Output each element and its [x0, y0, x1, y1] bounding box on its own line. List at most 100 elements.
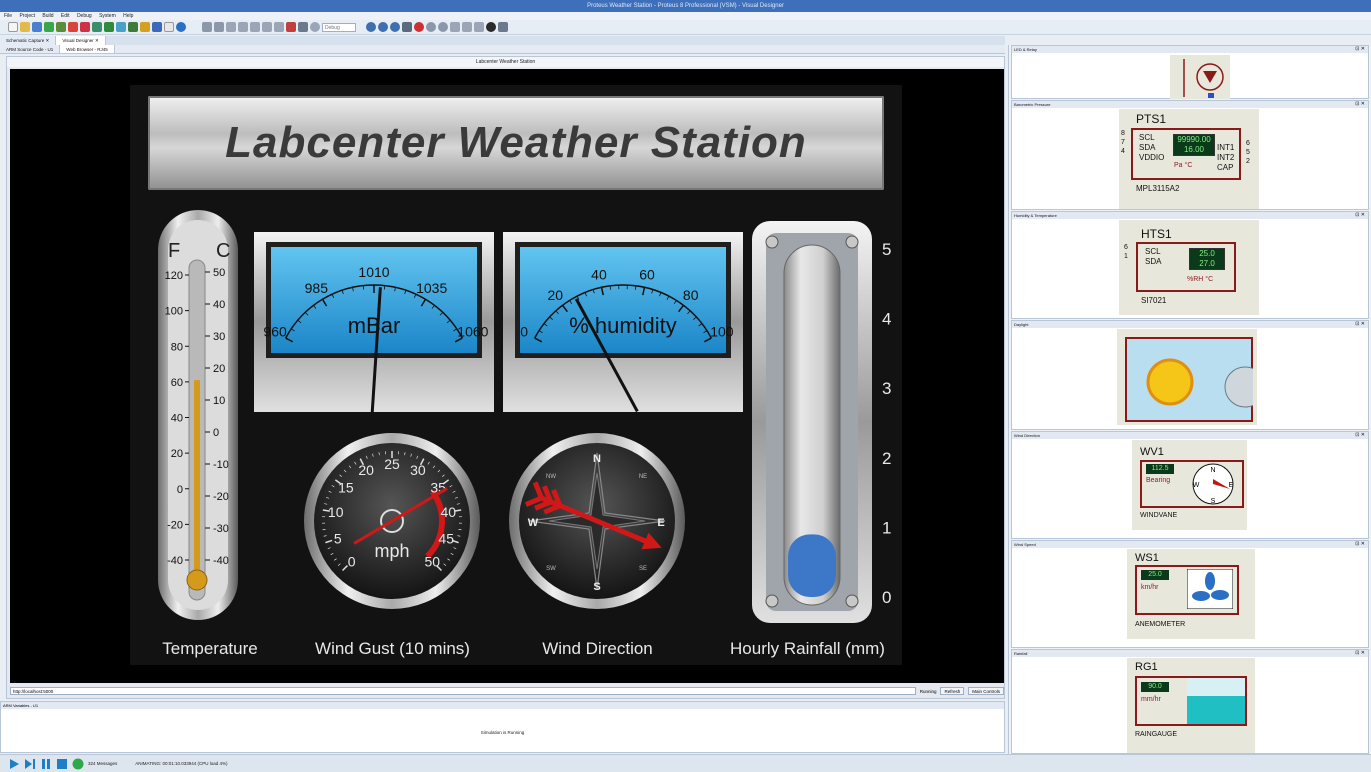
pin-icon[interactable]: ⊡ ✕: [1355, 46, 1365, 53]
redo-icon[interactable]: [438, 22, 448, 32]
debug-combo[interactable]: Debug: [322, 22, 356, 32]
f-tick-label: 20: [171, 448, 183, 460]
gerber-icon[interactable]: [128, 22, 138, 32]
c-tick-label: 20: [213, 363, 225, 375]
copy2-icon[interactable]: [462, 22, 472, 32]
gauge-tick-label: 1060: [457, 323, 488, 339]
new-file-icon[interactable]: [8, 22, 18, 32]
schematic-icon[interactable]: [92, 22, 102, 32]
probe-icon[interactable]: [310, 22, 320, 32]
unit-f: F: [168, 240, 180, 262]
cut-icon[interactable]: [226, 22, 236, 32]
compass-intercardinal: NE: [639, 474, 647, 480]
pin-icon[interactable]: ⊡ ✕: [1355, 541, 1365, 548]
wv1-component: WV1 112.5 Bearing N E S W WINDVANE: [1132, 440, 1247, 530]
f-tick-label: -20: [167, 519, 183, 531]
block-icon[interactable]: [262, 22, 272, 32]
zoom-fit-icon[interactable]: [390, 22, 400, 32]
rotate-icon[interactable]: [274, 22, 284, 32]
pts1-units: Pa °C: [1174, 162, 1193, 169]
pin-icon[interactable]: ⊡ ✕: [1355, 101, 1365, 108]
delete-icon[interactable]: [286, 22, 296, 32]
help-icon[interactable]: [176, 22, 186, 32]
cut2-icon[interactable]: [450, 22, 460, 32]
export-icon[interactable]: [56, 22, 66, 32]
zoom-out-icon[interactable]: [378, 22, 388, 32]
gust-tick-label: 25: [384, 456, 400, 472]
paste2-icon[interactable]: [474, 22, 484, 32]
svg-text:W: W: [1193, 482, 1200, 489]
browser-status: Running: [919, 688, 937, 694]
arm-variables-pane: ARM Variables - U1 Simulation is Running: [0, 701, 1005, 753]
3d-view-icon[interactable]: [116, 22, 126, 32]
pin-icon[interactable]: ⊡ ✕: [1355, 321, 1365, 328]
undo-icon[interactable]: [426, 22, 436, 32]
rg1-water-level: [1187, 696, 1245, 724]
import-icon[interactable]: [44, 22, 54, 32]
tab-schematic-capture[interactable]: Schematic Capture ✕: [0, 36, 57, 45]
pts1-pins-right: INT1 INT2 CAP: [1217, 143, 1235, 172]
barometric-pressure-panel: Barometric Pressure ⊡ ✕ PTS1 SCL SDA VDDIO …: [1011, 100, 1369, 210]
tab-arm-source[interactable]: ARM Source Code - U1: [0, 45, 61, 53]
pts1-component: PTS1 SCL SDA VDDIO INT1 INT2 CAP 874 652 999…: [1119, 109, 1259, 209]
rain-tick-label: 0: [882, 588, 891, 607]
title-bar: Proteus Weather Station - Proteus 8 Prof…: [0, 0, 1371, 12]
home-icon[interactable]: [68, 22, 78, 32]
document-icon[interactable]: [164, 22, 174, 32]
gust-tick-label: 50: [425, 553, 441, 569]
refresh-icon[interactable]: [486, 22, 496, 32]
gauge-tick-label: 60: [639, 267, 655, 283]
pts1-model: MPL3115A2: [1136, 184, 1180, 193]
info-icon: [72, 758, 84, 769]
pin-icon[interactable]: ⊡ ✕: [1355, 212, 1365, 219]
pin-icon[interactable]: ⊡ ✕: [1355, 432, 1365, 439]
paste-icon[interactable]: [250, 22, 260, 32]
pcb-icon[interactable]: [104, 22, 114, 32]
tools-icon[interactable]: [202, 22, 212, 32]
step-icon[interactable]: [24, 758, 36, 770]
hts1-display: 25.0 27.0: [1189, 248, 1225, 270]
copy-icon[interactable]: [238, 22, 248, 32]
gauge-tick: [609, 285, 611, 290]
menu-edit[interactable]: Edit: [61, 13, 70, 19]
refresh-button[interactable]: Refresh: [940, 687, 965, 695]
zoom-area-icon[interactable]: [402, 22, 412, 32]
close-x-icon[interactable]: [214, 22, 224, 32]
stop-sim-icon[interactable]: [56, 758, 68, 770]
tab-web-browser[interactable]: Web Browser - RJ45: [60, 45, 115, 53]
ws1-unit: km/hr: [1141, 584, 1159, 591]
gust-tick-label: 5: [334, 531, 342, 547]
save-icon[interactable]: [32, 22, 42, 32]
open-folder-icon[interactable]: [20, 22, 30, 32]
layers-icon[interactable]: [298, 22, 308, 32]
bom-icon[interactable]: [140, 22, 150, 32]
unit-c: C: [216, 240, 230, 262]
gauge-tick-label: 960: [263, 323, 287, 339]
menu-file[interactable]: File: [4, 13, 12, 19]
message-count[interactable]: 324 Messages: [88, 761, 117, 766]
main-controls-dropdown[interactable]: Main Controls: [968, 687, 1004, 695]
rainfall-gauge: 5 4 3 2 1 0: [752, 221, 891, 623]
gust-tick-label: 45: [438, 531, 454, 547]
sun-icon: [1146, 358, 1253, 408]
tab-visual-designer[interactable]: Visual Designer ✕: [56, 36, 106, 45]
source-code-icon[interactable]: [152, 22, 162, 32]
pause-icon[interactable]: [40, 758, 52, 770]
menu-help[interactable]: Help: [123, 13, 133, 19]
zoom-in-icon[interactable]: [366, 22, 376, 32]
compass-intercardinal: SE: [639, 566, 647, 572]
tag-icon[interactable]: [498, 22, 508, 32]
menu-project[interactable]: Project: [19, 13, 35, 19]
led-relay-schematic: [1170, 55, 1230, 99]
play-icon[interactable]: [8, 758, 20, 770]
undo-active-icon[interactable]: [414, 22, 424, 32]
menu-debug[interactable]: Debug: [77, 13, 92, 19]
pin-icon[interactable]: ⊡ ✕: [1355, 650, 1365, 657]
c-tick-label: 50: [213, 267, 225, 279]
url-input[interactable]: http://localhost:5000: [10, 687, 916, 695]
menu-system[interactable]: System: [99, 13, 116, 19]
stop-icon[interactable]: [80, 22, 90, 32]
menu-build[interactable]: Build: [42, 13, 53, 19]
wind-speed-panel: Wind Speed ⊡ ✕ WS1 25.0 km/hr ANEMOMETER: [1011, 540, 1369, 648]
temperature-label: Temperature: [162, 639, 258, 658]
